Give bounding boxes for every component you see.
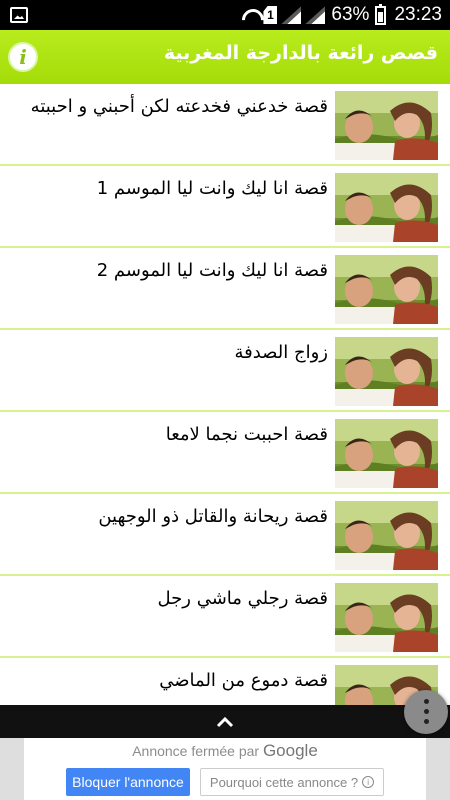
image-notification-icon	[10, 7, 28, 23]
story-item[interactable]: قصة انا ليك وانت ليا الموسم 1	[0, 166, 450, 248]
story-item[interactable]: قصة احببت نجما لامعا	[0, 412, 450, 494]
story-thumbnail	[335, 501, 438, 570]
story-thumbnail	[335, 91, 438, 160]
signal-icon-secondary	[305, 6, 325, 24]
story-thumbnail	[335, 255, 438, 324]
status-indicators: 1 63% 23:23	[241, 0, 442, 30]
clock: 23:23	[394, 4, 442, 25]
status-bar: 1 63% 23:23	[0, 0, 450, 30]
chevron-up-icon[interactable]	[216, 713, 234, 731]
why-this-ad-button[interactable]: Pourquoi cette annonce ? i	[200, 768, 384, 796]
story-thumbnail	[335, 583, 438, 652]
more-options-button[interactable]	[404, 690, 448, 734]
sim-slot-label: 1	[267, 8, 274, 22]
story-thumbnail	[335, 173, 438, 242]
signal-icon	[281, 6, 301, 24]
bottom-bar	[0, 705, 450, 738]
story-item[interactable]: قصة خدعني فخدعته لكن أحبني و احببته	[0, 84, 450, 166]
info-small-icon: i	[362, 776, 375, 788]
sim-icon: 1	[263, 6, 278, 24]
story-title: قصة انا ليك وانت ليا الموسم 2	[96, 260, 328, 281]
story-title: قصة ريحانة والقاتل ذو الوجهين	[98, 506, 328, 527]
info-icon[interactable]: i	[8, 42, 38, 72]
story-title: قصة دموع من الماضي	[159, 670, 328, 691]
why-this-ad-label: Pourquoi cette annonce ?	[209, 774, 359, 790]
block-ad-button[interactable]: Bloquer l'annonce	[66, 768, 190, 796]
story-item[interactable]: زواج الصدفة	[0, 330, 450, 412]
battery-icon	[375, 3, 387, 25]
story-item[interactable]: قصة انا ليك وانت ليا الموسم 2	[0, 248, 450, 330]
app-bar: i قصص رائعة بالدارجة المغربية	[0, 30, 450, 84]
app-title: قصص رائعة بالدارجة المغربية	[163, 42, 438, 64]
story-thumbnail	[335, 419, 438, 488]
story-title: قصة انا ليك وانت ليا الموسم 1	[96, 178, 328, 199]
story-item[interactable]: قصة رجلي ماشي رجل	[0, 576, 450, 658]
story-thumbnail	[335, 337, 438, 406]
wifi-icon	[241, 7, 259, 23]
story-title: قصة رجلي ماشي رجل	[157, 588, 328, 609]
ad-banner: Annonce fermée par Google Bloquer l'anno…	[0, 738, 450, 800]
story-title: قصة خدعني فخدعته لكن أحبني و احببته	[30, 96, 328, 117]
story-list[interactable]: قصة خدعني فخدعته لكن أحبني و احببته قصة …	[0, 84, 450, 705]
battery-percent: 63%	[331, 4, 370, 25]
ad-closed-label: Annonce fermée par Google	[24, 741, 426, 761]
story-title: زواج الصدفة	[234, 342, 328, 363]
story-item[interactable]: قصة ريحانة والقاتل ذو الوجهين	[0, 494, 450, 576]
ad-closed-text: Annonce fermée par	[132, 743, 260, 759]
story-title: قصة احببت نجما لامعا	[165, 424, 328, 445]
google-logo: Google	[262, 741, 318, 760]
ad-panel: Annonce fermée par Google Bloquer l'anno…	[24, 738, 426, 800]
story-item[interactable]: قصة دموع من الماضي	[0, 658, 450, 705]
